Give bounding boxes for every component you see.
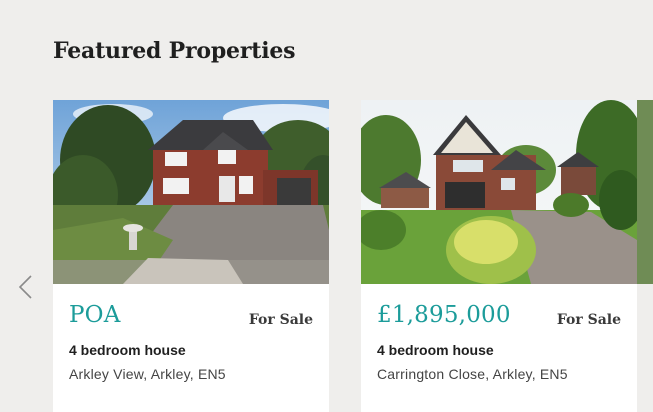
section-title: Featured Properties — [53, 38, 296, 64]
property-photo — [53, 100, 329, 284]
property-price: £1,895,000 — [377, 302, 511, 328]
property-card[interactable]: £1,895,000 For Sale 4 bedroom house Carr… — [361, 100, 637, 412]
property-address: Carrington Close, Arkley, EN5 — [377, 366, 568, 382]
next-property-card-edge[interactable] — [637, 100, 653, 284]
property-status: For Sale — [556, 312, 621, 328]
property-type: 4 bedroom house — [377, 342, 494, 358]
chevron-left-icon — [18, 275, 32, 299]
property-photo — [361, 100, 637, 284]
property-type: 4 bedroom house — [69, 342, 186, 358]
property-card[interactable]: POA For Sale 4 bedroom house Arkley View… — [53, 100, 329, 412]
property-address: Arkley View, Arkley, EN5 — [69, 366, 226, 382]
carousel-prev-button[interactable] — [14, 272, 38, 302]
property-status: For Sale — [248, 312, 313, 328]
property-price: POA — [69, 302, 121, 328]
